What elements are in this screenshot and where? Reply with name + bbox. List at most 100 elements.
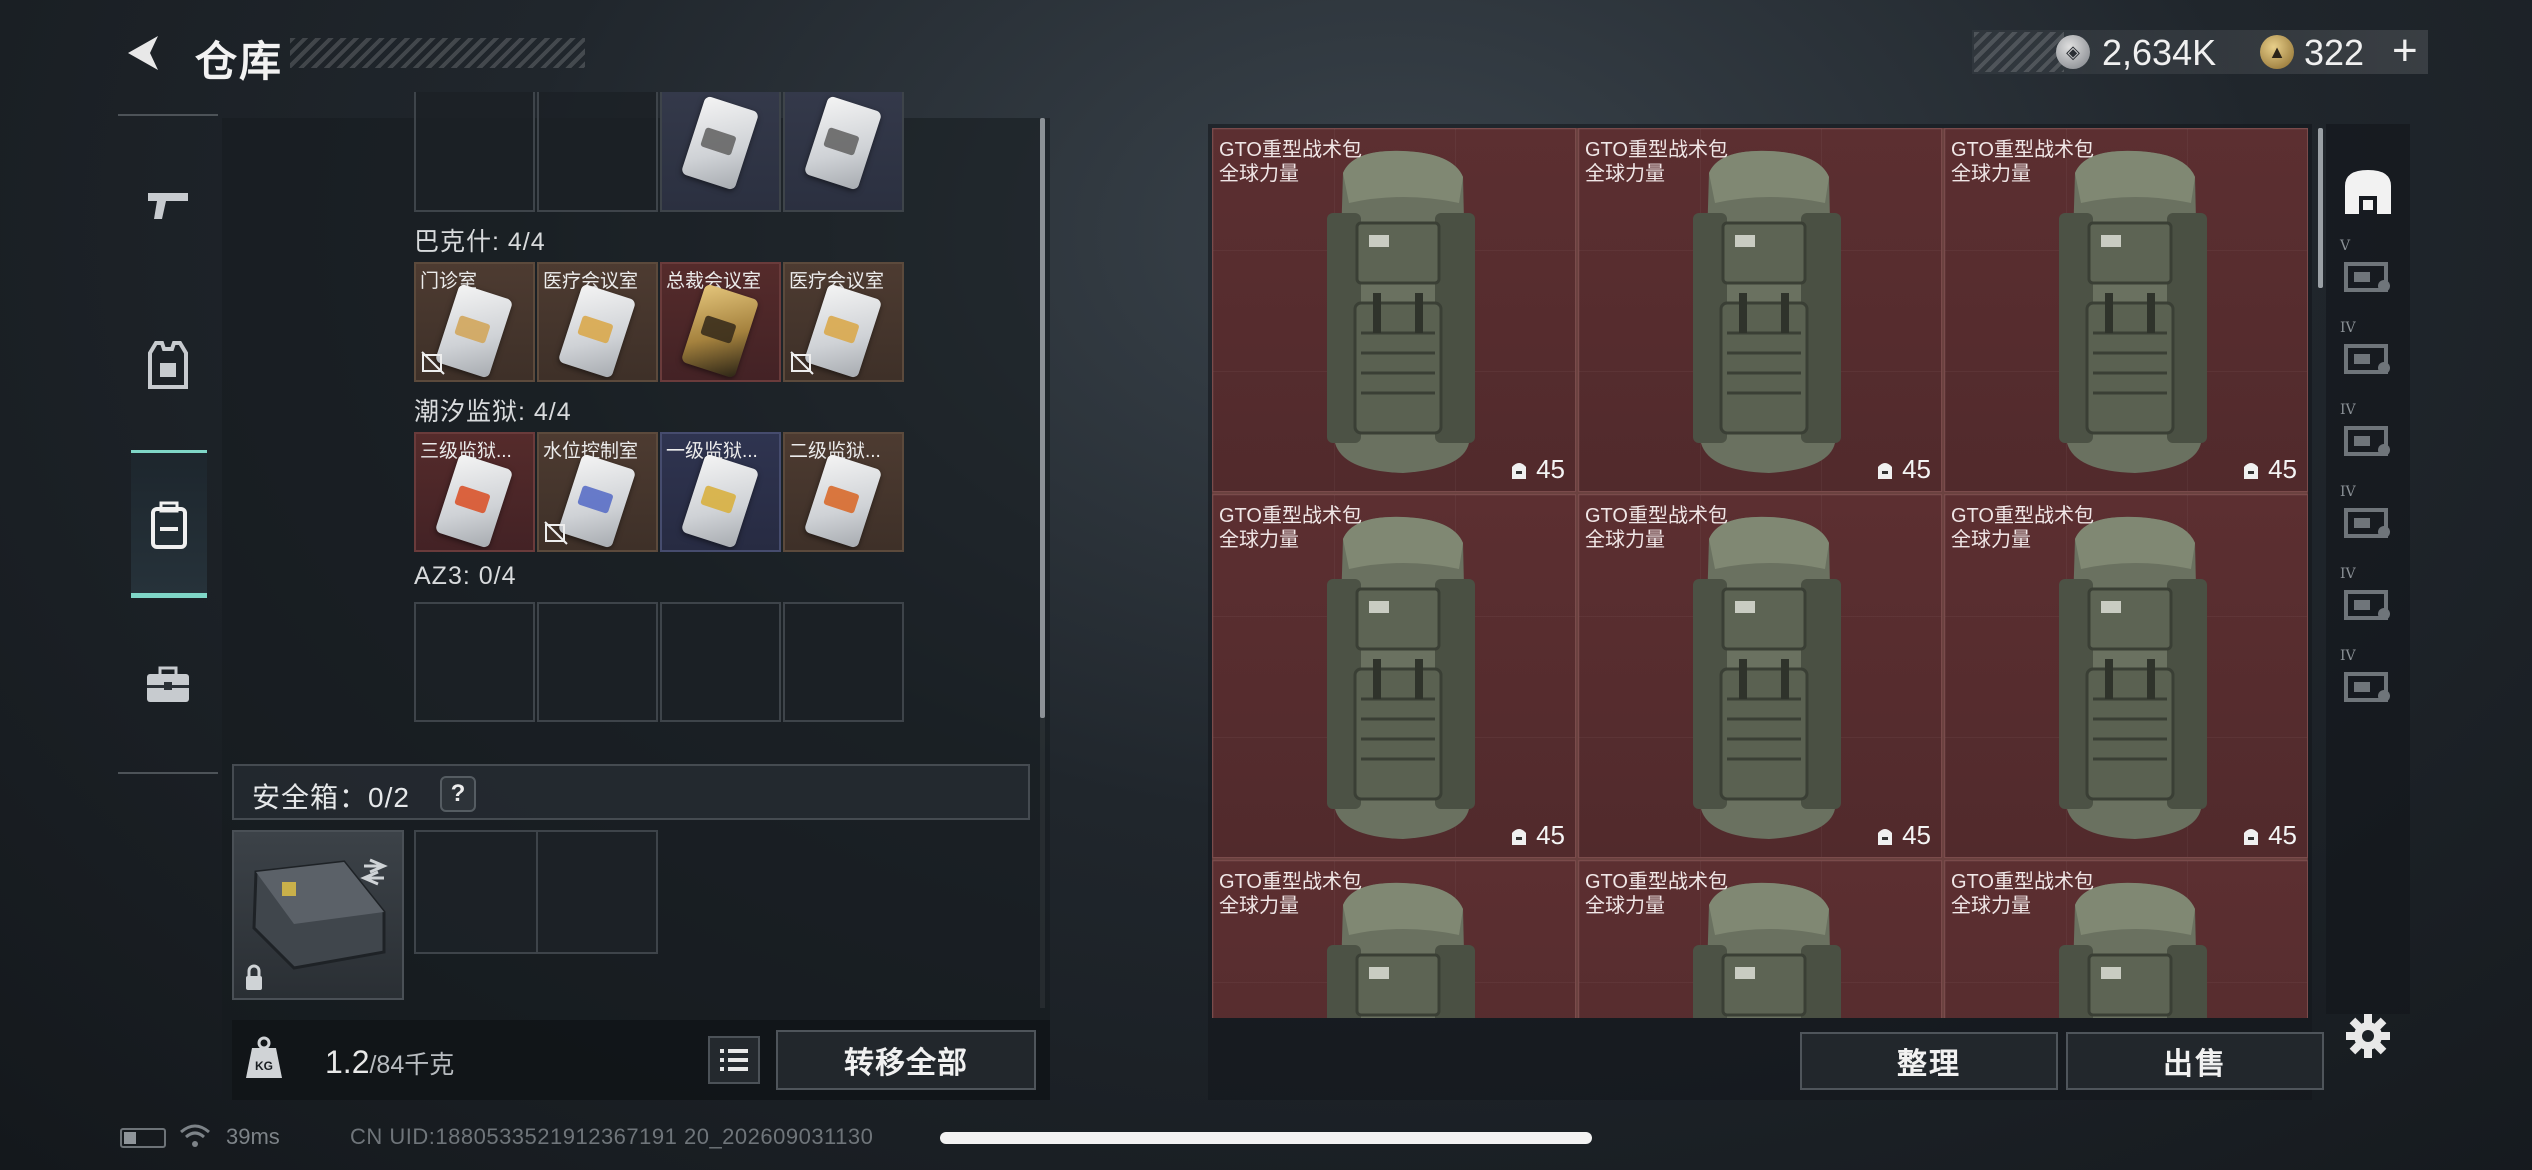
stash-item-cell[interactable]: GTO重型战术包 全球力量 45 xyxy=(1944,494,2308,858)
stash-tab-3[interactable]: IV xyxy=(2334,396,2402,480)
stash-item-cell[interactable]: GTO重型战术包 全球力量 xyxy=(1944,860,2308,1018)
weight-kg-icon[interactable]: KG xyxy=(244,1036,284,1080)
heavy-backpack-icon xyxy=(2059,516,2207,839)
sort-button[interactable]: 整理 xyxy=(1800,1032,2058,1090)
briefcase-icon xyxy=(147,666,189,702)
keycard-icon xyxy=(434,453,514,549)
settings-gear-icon[interactable] xyxy=(2342,1010,2394,1062)
keycard-icon xyxy=(803,453,883,549)
stash-tab-label: IV xyxy=(2340,320,2356,336)
item-subtitle: 全球力量 xyxy=(1951,895,2031,917)
weight-current: 1.2 xyxy=(325,1044,370,1080)
keycard-slot[interactable]: 三级监狱... xyxy=(414,432,535,552)
item-subtitle: 全球力量 xyxy=(1951,163,2031,185)
keycard-slot[interactable] xyxy=(660,92,781,212)
keycard-slot[interactable] xyxy=(537,92,658,212)
stash-item-cell[interactable]: GTO重型战术包 全球力量 45 xyxy=(1212,494,1576,858)
item-count-value: 45 xyxy=(1536,454,1565,484)
keycard-icon xyxy=(557,283,637,379)
item-count-value: 45 xyxy=(1902,820,1931,850)
keycard-slot[interactable] xyxy=(414,92,535,212)
home-indicator[interactable] xyxy=(940,1132,1592,1144)
stash-tab-1[interactable]: V xyxy=(2334,232,2402,316)
stash-tab-label: IV xyxy=(2340,566,2356,582)
stash-grid: GTO重型战术包 全球力量 45 GTO重型战术包 全球力量 45 GTO重型战术包… xyxy=(1212,128,2308,1018)
stash-item-cell[interactable]: GTO重型战术包 全球力量 45 xyxy=(1578,128,1942,492)
keycard-icon xyxy=(434,283,514,379)
item-count-value: 45 xyxy=(1536,820,1565,850)
keycard-slot[interactable] xyxy=(414,602,535,722)
nav-case[interactable] xyxy=(130,610,206,760)
item-subtitle: 全球力量 xyxy=(1219,895,1299,917)
no-trade-icon xyxy=(544,521,568,545)
nav-armor[interactable] xyxy=(130,290,206,440)
uid-readout: CN UID:1880533521912367191 20_2026090311… xyxy=(350,1124,874,1149)
stash-tab-2[interactable]: IV xyxy=(2334,314,2402,398)
weight-max: /84千克 xyxy=(369,1051,455,1079)
stash-home-icon xyxy=(2345,170,2391,214)
stash-tabs-scrollbar[interactable] xyxy=(2318,128,2323,288)
keycard-slot[interactable]: 水位控制室 xyxy=(537,432,658,552)
stash-tab-4[interactable]: IV xyxy=(2334,478,2402,562)
section-title-bakshi: 巴克什: 4/4 xyxy=(414,228,546,256)
stash-item-cell[interactable]: GTO重型战术包 全球力量 45 xyxy=(1212,128,1576,492)
keycard-slot[interactable]: 医疗会议室 xyxy=(783,262,904,382)
capacity-icon xyxy=(2244,828,2259,845)
sell-button[interactable]: 出售 xyxy=(2066,1032,2324,1090)
stash-iv-a-icon xyxy=(2344,344,2390,374)
item-subtitle: 全球力量 xyxy=(1585,529,1665,551)
secure-container-icon xyxy=(246,858,388,990)
keycard-slot[interactable]: 总裁会议室 xyxy=(660,262,781,382)
loadout-scrollbar[interactable] xyxy=(1040,118,1045,718)
backpack-icon xyxy=(151,501,187,549)
keycard-slot[interactable]: 一级监狱... xyxy=(660,432,781,552)
stash-item-cell[interactable]: GTO重型战术包 全球力量 xyxy=(1578,860,1942,1018)
heavy-backpack-icon xyxy=(1693,882,1841,1018)
keycard-icon xyxy=(803,95,883,191)
transfer-all-button[interactable]: 转移全部 xyxy=(776,1030,1036,1090)
keycard-slot[interactable] xyxy=(537,602,658,722)
stash-tab-6[interactable]: IV xyxy=(2334,642,2402,726)
keycard-slot[interactable]: 二级监狱... xyxy=(783,432,904,552)
stash-item-cell[interactable]: GTO重型战术包 全球力量 xyxy=(1212,860,1576,1018)
capacity-icon xyxy=(2244,462,2259,479)
keycard-slot[interactable] xyxy=(783,602,904,722)
capacity-icon xyxy=(1878,462,1893,479)
stash-item-cell[interactable]: GTO重型战术包 全球力量 45 xyxy=(1578,494,1942,858)
stash-item-cell[interactable]: GTO重型战术包 全球力量 45 xyxy=(1944,128,2308,492)
stash-iv-c-icon xyxy=(2344,508,2390,538)
keycard-slot[interactable] xyxy=(783,92,904,212)
keycard-row-az3 xyxy=(414,602,904,722)
capacity-icon xyxy=(1512,828,1527,845)
keycard-slot[interactable] xyxy=(660,602,781,722)
item-count: 45 xyxy=(2240,454,2297,485)
nav-backpack[interactable] xyxy=(131,450,207,600)
add-currency-button[interactable]: + xyxy=(2392,26,2418,76)
list-icon xyxy=(720,1049,748,1071)
safe-box-help-button[interactable]: ? xyxy=(440,776,476,812)
silver-coin-value: 2,634K xyxy=(2102,32,2217,73)
item-subtitle: 全球力量 xyxy=(1585,163,1665,185)
keycard-slot[interactable]: 医疗会议室 xyxy=(537,262,658,382)
heavy-backpack-icon xyxy=(1327,150,1475,473)
stash-tab-5[interactable]: IV xyxy=(2334,560,2402,644)
stash-tab-label: IV xyxy=(2340,648,2356,664)
gold-coin-icon: ▲ xyxy=(2260,35,2294,69)
nav-weapon[interactable] xyxy=(130,130,206,280)
stash-tab-label: IV xyxy=(2340,484,2356,500)
item-subtitle: 全球力量 xyxy=(1219,529,1299,551)
list-view-button[interactable] xyxy=(708,1036,760,1084)
safe-box-empty-slot[interactable] xyxy=(414,830,658,954)
stash-tab-0[interactable] xyxy=(2334,150,2402,234)
no-trade-icon xyxy=(421,351,445,375)
safe-box-slot[interactable] xyxy=(232,830,404,1000)
keycard-row-bakshi: 门诊室 医疗会议室 总裁会议室 医疗会议室 xyxy=(414,262,904,382)
battery-level xyxy=(124,1132,136,1144)
back-arrow-icon[interactable] xyxy=(120,30,166,76)
safe-box-label: 安全箱：0/2 xyxy=(252,782,410,813)
keycard-slot[interactable]: 门诊室 xyxy=(414,262,535,382)
keycard-icon xyxy=(680,453,760,549)
item-subtitle: 全球力量 xyxy=(1585,895,1665,917)
pistol-icon xyxy=(148,193,188,219)
keycard-icon xyxy=(557,453,637,549)
